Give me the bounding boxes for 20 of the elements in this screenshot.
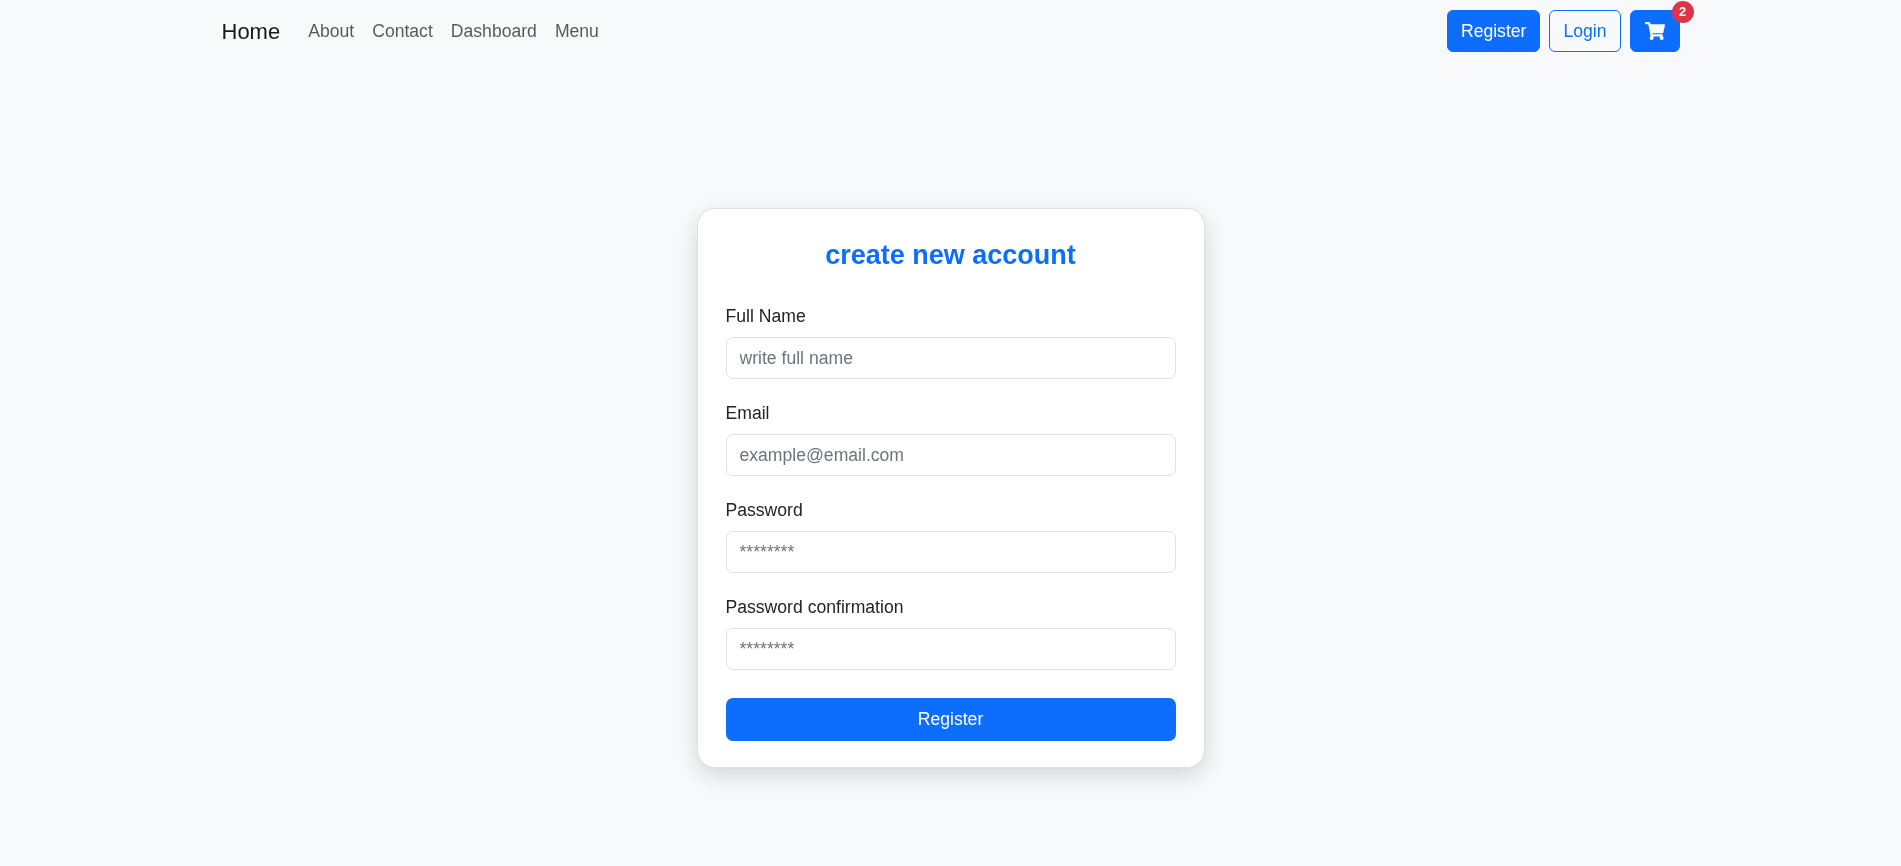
shopping-cart-icon [1644, 21, 1665, 41]
input-field[interactable]: ******** [725, 531, 1176, 574]
nav-link[interactable]: Menu [545, 17, 608, 45]
field-label: Full Name [725, 304, 806, 328]
nav-link[interactable]: About [299, 17, 364, 45]
nav-button[interactable]: Register [1446, 10, 1541, 52]
submit-button[interactable]: Register [725, 698, 1176, 742]
cart-button[interactable] [1629, 10, 1680, 52]
nav-link[interactable]: Dashboard [441, 17, 546, 45]
cart-count-badge: 2 [1671, 1, 1694, 23]
field-label: Email [725, 401, 770, 425]
nav-link[interactable]: Contact [363, 17, 442, 45]
brand-link[interactable]: Home [221, 14, 281, 48]
field-label: Password confirmation [725, 595, 904, 619]
outline-nav-button[interactable]: Login [1549, 10, 1621, 52]
input-field[interactable]: example@email.com [725, 434, 1176, 477]
form-title: create new account [825, 239, 1076, 272]
field-label: Password [725, 498, 803, 522]
input-field[interactable]: ******** [725, 628, 1176, 671]
input-field[interactable]: write full name [725, 337, 1176, 380]
